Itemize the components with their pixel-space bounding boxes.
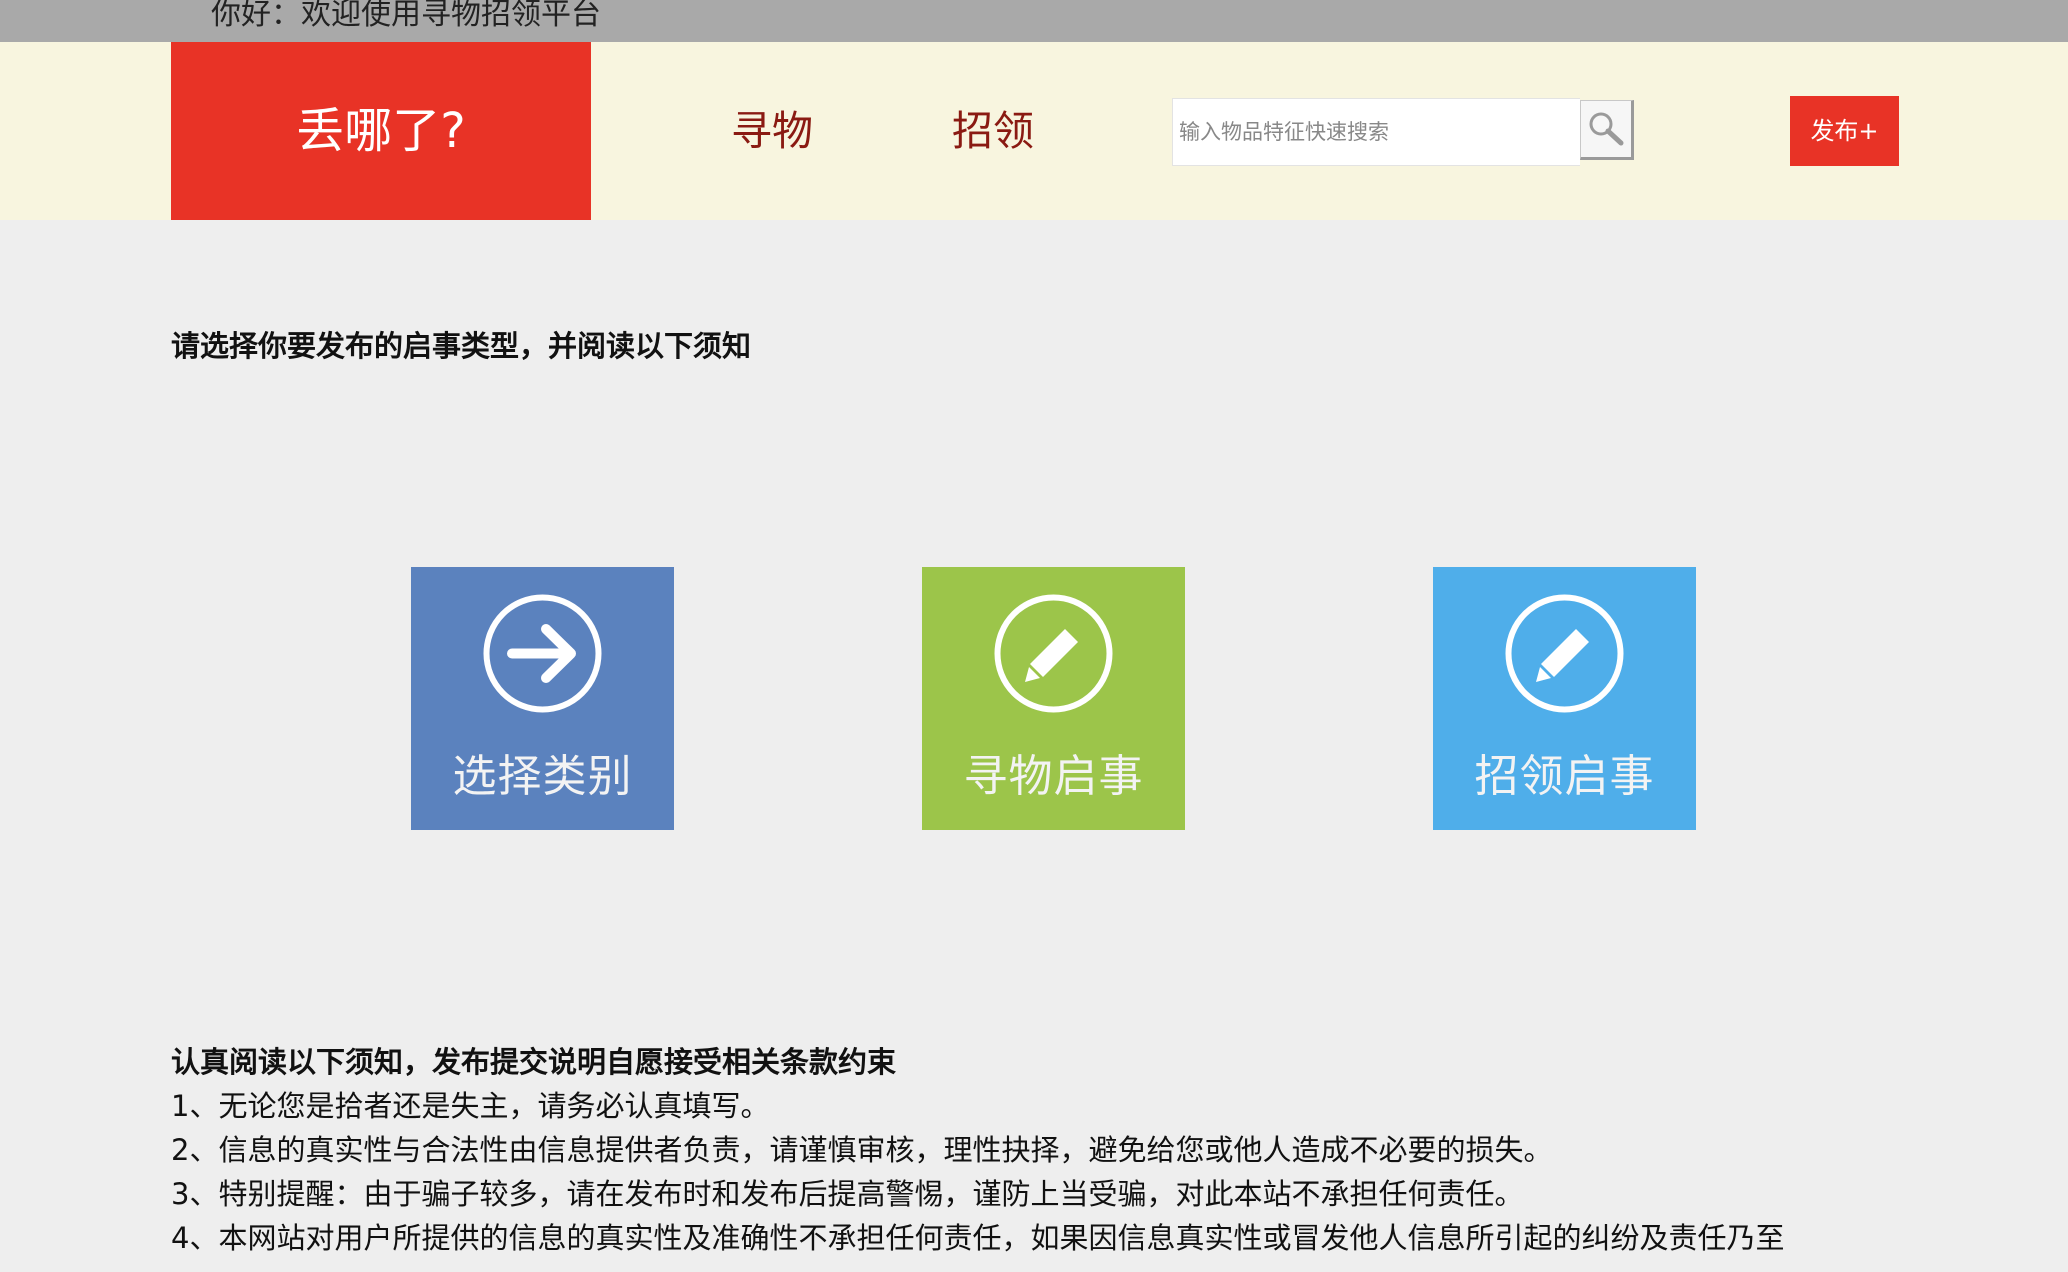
- tile-label: 寻物启事: [963, 751, 1144, 802]
- site-header: 丢哪了? 寻物 招领 发布+: [0, 42, 2068, 220]
- pencil-icon: [1505, 594, 1624, 713]
- search-icon: [1589, 112, 1624, 146]
- nav-claim[interactable]: 招领: [952, 42, 1034, 220]
- publish-button[interactable]: 发布+: [1790, 96, 1899, 166]
- notice-item: 2、信息的真实性与合法性由信息提供者负责，请谨慎审核，理性抉择，避免给您或他人造…: [171, 1133, 1553, 1167]
- tile-label: 选择类别: [452, 751, 633, 802]
- tile-lost-notice[interactable]: 寻物启事: [922, 567, 1185, 830]
- search-button[interactable]: [1580, 100, 1634, 160]
- pencil-icon: [994, 594, 1113, 713]
- search-box: [1172, 98, 1634, 166]
- site-logo[interactable]: 丢哪了?: [171, 42, 591, 220]
- notice-heading: 认真阅读以下须知，发布提交说明自愿接受相关条款约束: [171, 1045, 897, 1079]
- notice-item: 3、特别提醒：由于骗子较多，请在发布时和发布后提高警惕，谨防上当受骗，对此本站不…: [171, 1177, 1524, 1211]
- notice-section: 认真阅读以下须知，发布提交说明自愿接受相关条款约束 1、无论您是拾者还是失主，请…: [171, 1040, 2021, 1260]
- search-input[interactable]: [1172, 98, 1580, 166]
- greeting-text: 你好：欢迎使用寻物招领平台: [211, 0, 601, 30]
- page-title: 请选择你要发布的启事类型，并阅读以下须知: [171, 329, 752, 363]
- tile-label: 招领启事: [1474, 751, 1655, 802]
- tile-select-category[interactable]: 选择类别: [411, 567, 674, 830]
- nav-find[interactable]: 寻物: [731, 42, 813, 220]
- notice-item: 1、无论您是拾者还是失主，请务必认真填写。: [171, 1089, 770, 1123]
- tile-found-notice[interactable]: 招领启事: [1433, 567, 1696, 830]
- notice-item: 4、本网站对用户所提供的信息的真实性及准确性不承担任何责任，如果因信息真实性或冒…: [171, 1221, 1785, 1255]
- arrow-right-icon: [483, 594, 602, 713]
- top-greeting-bar: 你好：欢迎使用寻物招领平台: [0, 0, 2068, 42]
